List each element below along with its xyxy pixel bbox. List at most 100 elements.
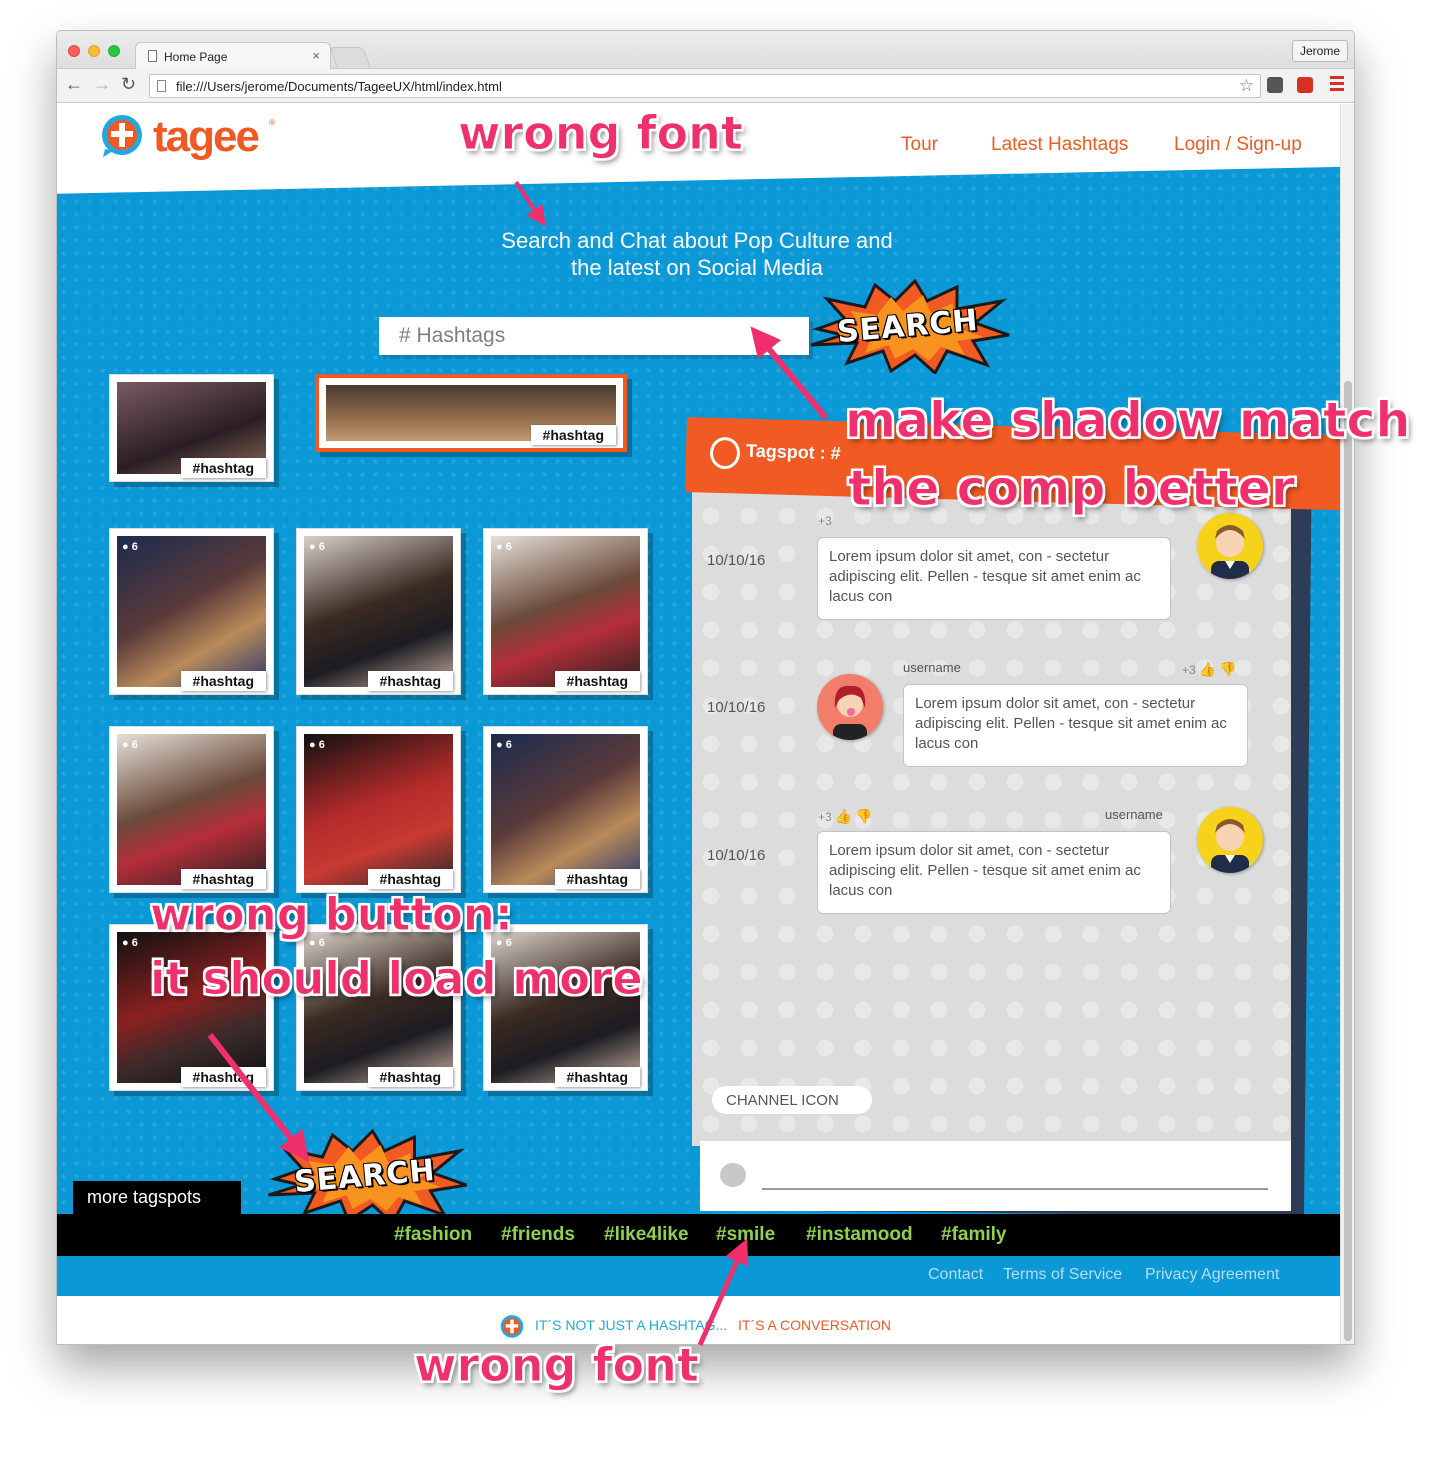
- message-3-votes: +3 👍 👎: [818, 808, 873, 825]
- tagspot-link-instamood[interactable]: #instamood: [806, 1224, 913, 1246]
- chat-panel-title: Tagspot : #: [745, 440, 841, 464]
- nav-tour[interactable]: Tour: [901, 134, 938, 156]
- web-page: tagee ® Tour Latest Hashtags Login / Sig…: [57, 104, 1341, 1344]
- tagspot-link-like4like[interactable]: #like4like: [604, 1224, 689, 1246]
- photo-tile[interactable]: ● 6 #hashtag: [109, 924, 274, 1091]
- comment-count-badge: ● 6: [496, 541, 512, 553]
- page-scrollbar[interactable]: [1340, 104, 1354, 1344]
- photo-hashtag-label[interactable]: #hashtag: [367, 869, 453, 889]
- back-icon[interactable]: ←: [65, 74, 83, 95]
- photo-hashtag-label[interactable]: #hashtag: [367, 671, 453, 691]
- tagspot-link-smile[interactable]: #smile: [716, 1224, 775, 1246]
- bookmark-star-icon[interactable]: ☆: [1239, 76, 1254, 96]
- photo-hashtag-label[interactable]: #hashtag: [554, 1067, 640, 1087]
- tagspot-link-friends[interactable]: #friends: [501, 1224, 575, 1246]
- tagline-line-2: the latest on Social Media: [571, 255, 823, 280]
- footer-link-bar: Contact Terms of Service Privacy Agreeme…: [57, 1256, 1341, 1296]
- chat-message-input[interactable]: [762, 1188, 1268, 1190]
- photo-tile[interactable]: ● 6 #hashtag: [296, 726, 461, 893]
- avatar-illustration: [1211, 819, 1249, 873]
- slogan-part-1: IT´S NOT JUST A HASHTAG...: [535, 1317, 728, 1333]
- new-tab-button[interactable]: [329, 47, 371, 67]
- message-3-username: username: [1105, 807, 1163, 822]
- avatar-male-icon[interactable]: [1197, 513, 1263, 579]
- photo-tile[interactable]: ● 6 #hashtag: [109, 726, 274, 893]
- grammarly-icon[interactable]: [1297, 77, 1313, 93]
- photo-tile[interactable]: ● 6 #hashtag: [483, 528, 648, 695]
- page-icon: [148, 50, 157, 62]
- photo-hashtag-label[interactable]: #hashtag: [367, 1067, 453, 1087]
- message-1-date: 10/10/16: [707, 552, 766, 569]
- channel-icon-button[interactable]: CHANNEL ICON: [712, 1086, 872, 1114]
- avatar-female-icon[interactable]: [817, 674, 883, 740]
- message-1-votes: +3: [818, 514, 832, 528]
- comment-count-badge: ● 6: [122, 739, 138, 751]
- photo-tile[interactable]: #hashtag: [315, 374, 627, 452]
- hashtag-search-input[interactable]: [379, 317, 809, 355]
- photo-tile[interactable]: ● 6 #hashtag: [483, 924, 648, 1091]
- photo-image: [117, 734, 266, 885]
- message-1-bubble: Lorem ipsum dolor sit amet, con - sectet…: [817, 537, 1171, 620]
- message-3-vote-count: +3: [818, 810, 832, 824]
- thumbs-down-icon[interactable]: 👎: [1219, 661, 1236, 678]
- photo-hashtag-label[interactable]: #hashtag: [554, 671, 640, 691]
- tab-close-icon[interactable]: ×: [312, 48, 320, 63]
- minimize-window-button[interactable]: [88, 45, 100, 57]
- profile-button[interactable]: Jerome: [1291, 40, 1348, 62]
- photo-tile[interactable]: #hashtag: [109, 374, 274, 482]
- comment-count-badge: ● 6: [122, 937, 138, 949]
- scrollbar-thumb[interactable]: [1344, 381, 1352, 1341]
- avatar-illustration: [1211, 525, 1249, 579]
- photo-hashtag-label[interactable]: #hashtag: [530, 425, 616, 445]
- tagee-small-logo-icon: [500, 1315, 524, 1338]
- annotation-wrong-button-line-2: it should load more: [150, 952, 644, 1006]
- logo-registered-mark: ®: [269, 118, 275, 127]
- address-url[interactable]: file:///Users/jerome/Documents/TageeUX/h…: [176, 79, 502, 94]
- tagline-line-1: Search and Chat about Pop Culture and: [501, 228, 893, 253]
- thumbs-up-icon[interactable]: 👍: [1199, 661, 1216, 678]
- comment-count-badge: ● 6: [496, 739, 512, 751]
- forward-icon[interactable]: →: [93, 74, 111, 95]
- footer-link-contact[interactable]: Contact: [928, 1266, 983, 1284]
- photo-hashtag-label[interactable]: #hashtag: [180, 1067, 266, 1087]
- footer-link-terms[interactable]: Terms of Service: [1003, 1266, 1122, 1284]
- footer-link-privacy[interactable]: Privacy Agreement: [1145, 1266, 1279, 1284]
- reload-icon[interactable]: ↻: [121, 74, 136, 95]
- annotation-wrong-button-line-1: wrong button:: [150, 888, 514, 942]
- photo-tile[interactable]: ● 6 #hashtag: [296, 924, 461, 1091]
- nav-latest-hashtags[interactable]: Latest Hashtags: [991, 134, 1128, 156]
- address-bar[interactable]: file:///Users/jerome/Documents/TageeUX/h…: [149, 74, 1261, 98]
- tab-title: Home Page: [164, 50, 228, 64]
- photo-tile[interactable]: ● 6 #hashtag: [483, 726, 648, 893]
- browser-tab[interactable]: Home Page ×: [135, 42, 331, 70]
- photo-image: [491, 536, 640, 687]
- more-tagspots-bar: #fashion #friends #like4like #smile #ins…: [57, 1214, 1341, 1256]
- search-button[interactable]: SEARCH: [807, 278, 1012, 376]
- tagee-logo-icon[interactable]: [99, 113, 145, 159]
- evernote-icon[interactable]: [1267, 77, 1283, 93]
- tagspot-link-fashion[interactable]: #fashion: [394, 1224, 472, 1246]
- annotation-shadow-line-2: the comp better: [847, 460, 1296, 518]
- nav-login-signup[interactable]: Login / Sign-up: [1174, 134, 1302, 156]
- zoom-window-button[interactable]: [108, 45, 120, 57]
- hamburger-menu-icon[interactable]: [1330, 76, 1344, 92]
- photo-hashtag-label[interactable]: #hashtag: [180, 458, 266, 478]
- photo-image: [117, 536, 266, 687]
- load-more-button[interactable]: SEARCH: [262, 1128, 472, 1226]
- photo-tile[interactable]: ● 6 #hashtag: [296, 528, 461, 695]
- chat-compose-bar: [700, 1141, 1291, 1211]
- logo-wordmark[interactable]: tagee: [153, 112, 260, 162]
- comment-count-badge: ● 6: [309, 739, 325, 751]
- photo-hashtag-label[interactable]: #hashtag: [180, 869, 266, 889]
- thumbs-down-icon[interactable]: 👎: [855, 808, 872, 825]
- photo-tile[interactable]: ● 6 #hashtag: [109, 528, 274, 695]
- avatar-male-icon[interactable]: [1197, 807, 1263, 873]
- thumbs-up-icon[interactable]: 👍: [835, 808, 852, 825]
- message-2-date: 10/10/16: [707, 699, 766, 716]
- photo-hashtag-label[interactable]: #hashtag: [180, 671, 266, 691]
- close-window-button[interactable]: [68, 45, 80, 57]
- message-2-username: username: [903, 660, 961, 675]
- photo-hashtag-label[interactable]: #hashtag: [554, 869, 640, 889]
- message-3-date: 10/10/16: [707, 847, 766, 864]
- tagspot-link-family[interactable]: #family: [941, 1224, 1006, 1246]
